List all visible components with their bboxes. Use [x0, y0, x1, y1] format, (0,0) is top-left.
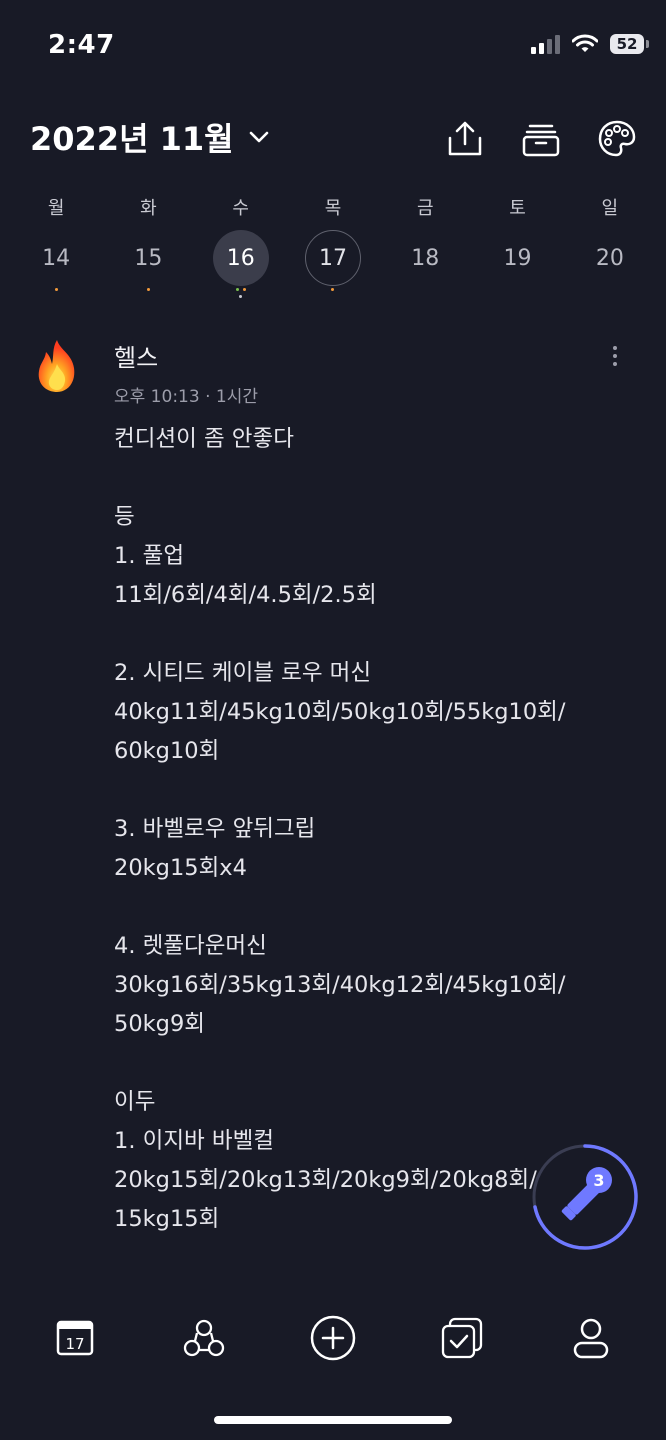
- day-name: 금: [416, 198, 434, 219]
- month-title: 2022년 11월: [30, 120, 234, 158]
- nav-tasks[interactable]: [432, 1308, 492, 1368]
- battery-level: 52: [616, 35, 638, 53]
- day-number-selected: 16: [212, 230, 269, 286]
- palette-icon[interactable]: [596, 118, 638, 160]
- day-name: 목: [324, 198, 342, 219]
- entry-meta: 오후 10:13 · 1시간: [114, 387, 258, 407]
- chevron-down-icon: [249, 131, 268, 143]
- archive-icon[interactable]: [520, 118, 562, 160]
- day-name: 화: [140, 198, 157, 219]
- status-icons: 52: [531, 34, 649, 54]
- day-dots: [146, 288, 150, 302]
- group-icon: [183, 1319, 224, 1357]
- tasks-icon: [442, 1317, 483, 1359]
- calendar-day-number: 17: [65, 1335, 84, 1353]
- day-number: 14: [42, 245, 71, 271]
- signal-icon: [531, 34, 560, 54]
- entry-body[interactable]: 컨디션이 좀 안좋다 등 1. 풀업 11회/6회/4회/4.5회/2.5회 2…: [114, 420, 634, 1239]
- day-name: 월: [47, 198, 65, 219]
- day-thu[interactable]: 목 17: [287, 194, 379, 302]
- day-sun[interactable]: 일 20: [564, 194, 656, 302]
- wifi-icon: [572, 34, 598, 52]
- day-dots: [235, 288, 246, 302]
- nav-calendar[interactable]: 17: [45, 1308, 105, 1368]
- notification-badge: 3: [586, 1167, 612, 1193]
- day-name: 일: [601, 198, 619, 219]
- write-button[interactable]: [530, 1142, 640, 1252]
- day-mon[interactable]: 월 14: [10, 194, 102, 302]
- share-icon[interactable]: [444, 118, 486, 160]
- day-wed[interactable]: 수 16: [195, 194, 287, 302]
- day-number: 18: [411, 245, 440, 271]
- week-strip: 월 14 화 15 수 16 목 17 금 18 토 19 일 20: [10, 194, 656, 302]
- battery-icon: 52: [610, 34, 649, 54]
- fire-icon: [38, 340, 75, 392]
- month-selector[interactable]: 2022년 11월: [30, 114, 270, 160]
- day-number: 15: [134, 245, 163, 271]
- day-dots: [54, 288, 58, 302]
- entry-title[interactable]: 헬스: [114, 338, 158, 373]
- day-number: 19: [503, 245, 532, 271]
- status-time: 2:47: [48, 30, 115, 60]
- bottom-nav: 17: [0, 1300, 666, 1376]
- calendar-icon: 17: [56, 1320, 93, 1356]
- profile-icon: [574, 1318, 609, 1359]
- nav-profile[interactable]: [561, 1308, 621, 1368]
- day-name: 토: [509, 198, 526, 219]
- day-tue[interactable]: 화 15: [102, 194, 194, 302]
- day-name: 수: [232, 198, 249, 219]
- nav-add[interactable]: [303, 1308, 363, 1368]
- add-icon: [310, 1315, 356, 1361]
- more-options-icon[interactable]: [610, 346, 620, 366]
- day-sat[interactable]: 토 19: [471, 194, 563, 302]
- nav-group[interactable]: [174, 1308, 234, 1368]
- day-number: 20: [595, 245, 624, 271]
- day-fri[interactable]: 금 18: [379, 194, 471, 302]
- day-dots: [331, 288, 335, 302]
- day-number-today: 17: [304, 230, 361, 286]
- home-indicator: [214, 1416, 452, 1424]
